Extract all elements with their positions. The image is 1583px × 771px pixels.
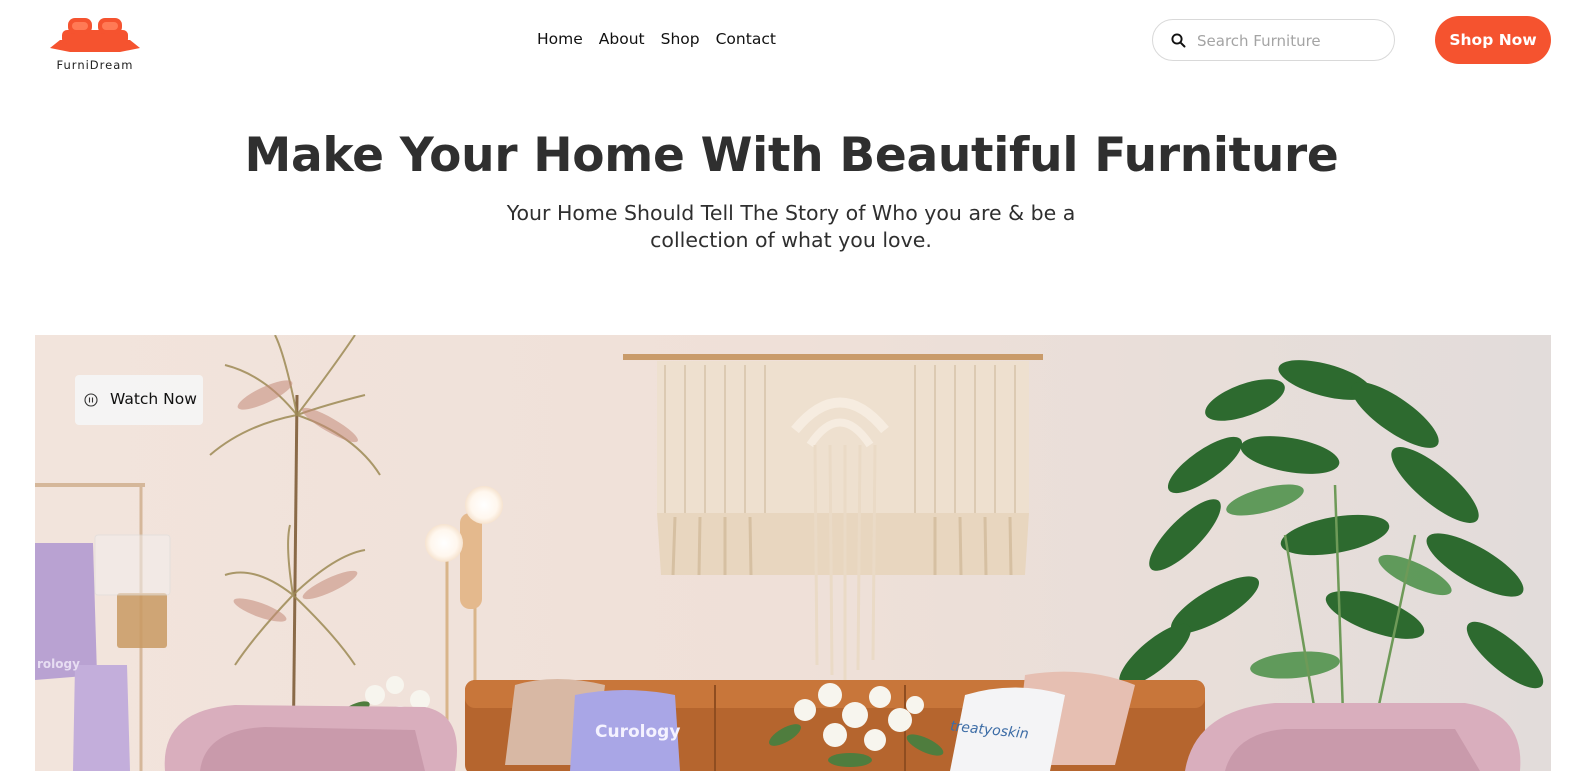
hero-title: Make Your Home With Beautiful Furniture: [244, 128, 1339, 183]
nav-item-contact[interactable]: Contact: [716, 30, 776, 48]
nav-item-shop[interactable]: Shop: [661, 30, 700, 48]
living-room-illustration: rology Curology treatyoskin: [35, 335, 1551, 771]
watch-now-label: Watch Now: [110, 390, 197, 408]
pillow-left-text: Curology: [595, 722, 680, 742]
sofa-logo-icon: [50, 18, 140, 52]
towel-text: rology: [37, 657, 80, 671]
shop-now-button[interactable]: Shop Now: [1435, 16, 1551, 64]
brand-logo[interactable]: FurniDream: [44, 16, 146, 72]
hero-subtitle: Your Home Should Tell The Story of Who y…: [506, 201, 1076, 252]
search-input[interactable]: [1197, 29, 1382, 53]
site-header: FurniDream Home About Shop Contact Shop …: [0, 0, 1583, 82]
nav-item-about[interactable]: About: [599, 30, 645, 48]
watch-now-button[interactable]: Watch Now: [75, 375, 203, 425]
search-icon[interactable]: [1171, 33, 1186, 48]
main-nav: Home About Shop Contact: [537, 30, 776, 48]
pause-circle-icon: [84, 393, 98, 407]
search-box: [1152, 19, 1395, 61]
hero-image: rology Curology treatyoskin: [35, 335, 1551, 771]
brand-name: FurniDream: [56, 58, 134, 72]
nav-item-home[interactable]: Home: [537, 30, 583, 48]
